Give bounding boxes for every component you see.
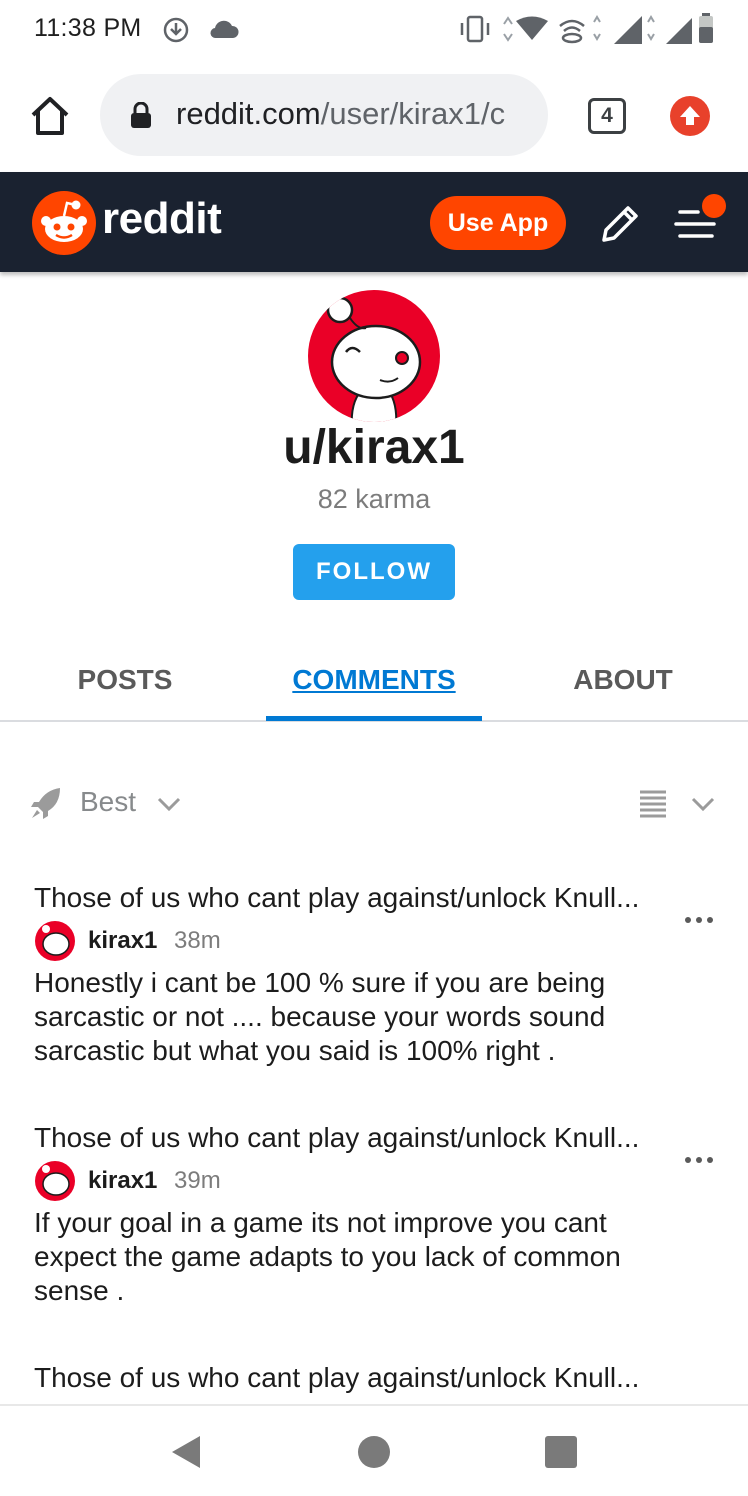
chevron-down-icon[interactable] [156, 792, 182, 816]
system-nav-bar [0, 1404, 748, 1496]
reddit-logo-icon[interactable] [32, 191, 96, 255]
profile-username: u/kirax1 [283, 421, 465, 474]
comment-item[interactable]: Those of us who cant play against/unlock… [0, 1362, 748, 1404]
tab-about[interactable]: ABOUT [498, 664, 748, 696]
url-host: reddit.com [176, 96, 321, 131]
back-icon[interactable] [170, 1434, 202, 1470]
signal-icon-2 [666, 18, 692, 44]
arrow-up-icon [680, 106, 700, 125]
cloud-icon [210, 20, 239, 39]
pencil-icon[interactable] [598, 202, 642, 246]
vibrate-icon [460, 15, 490, 43]
comment-author[interactable]: kirax1 [88, 927, 157, 955]
url-text: reddit.com/user/kirax1/c [176, 96, 536, 132]
status-time: 11:38 PM [34, 14, 142, 42]
profile-avatar [306, 288, 442, 424]
comment-author[interactable]: kirax1 [88, 1167, 157, 1195]
browser-toolbar: reddit.com/user/kirax1/c 4 [0, 58, 748, 172]
recents-icon[interactable] [545, 1436, 577, 1468]
comment-post-title[interactable]: Those of us who cant play against/unlock… [34, 882, 694, 914]
comment-item[interactable]: Those of us who cant play against/unlock… [0, 882, 748, 1082]
hotspot-icon [559, 15, 601, 44]
site-header: reddit Use App [0, 172, 748, 272]
comment-body: If your goal in a game its not improve y… [34, 1207, 621, 1306]
comment-post-title[interactable]: Those of us who cant play against/unlock… [34, 1362, 694, 1394]
use-app-button[interactable]: Use App [430, 196, 566, 250]
snoo-avatar-icon [308, 290, 440, 422]
author-avatar[interactable] [34, 920, 76, 962]
comment-meta: kirax1 38m [34, 920, 674, 964]
download-icon [163, 17, 189, 43]
active-tab-indicator [266, 716, 482, 721]
brand-wordmark[interactable]: reddit [102, 194, 222, 244]
home-nav-icon[interactable] [358, 1436, 390, 1468]
address-bar[interactable]: reddit.com/user/kirax1/c [100, 74, 548, 156]
update-button[interactable] [670, 96, 710, 136]
tab-switcher-button[interactable]: 4 [588, 98, 626, 134]
view-chevron-down-icon[interactable] [690, 792, 716, 816]
profile-karma: 82 karma [317, 484, 431, 514]
battery-icon [699, 13, 713, 43]
tab-comments[interactable]: COMMENTS [266, 664, 482, 696]
home-icon[interactable] [28, 94, 72, 138]
follow-button[interactable]: FOLLOW [293, 544, 455, 600]
comment-meta: kirax1 39m [34, 1160, 674, 1204]
tab-posts[interactable]: POSTS [0, 664, 250, 696]
rocket-icon[interactable] [30, 786, 62, 820]
comment-item[interactable]: Those of us who cant play against/unlock… [0, 1122, 748, 1322]
more-options-icon[interactable] [682, 1154, 716, 1166]
sort-label[interactable]: Best [80, 786, 136, 818]
wifi-icon [503, 16, 548, 42]
url-path: /user/kirax1/c [320, 96, 506, 131]
comment-time: 38m [174, 927, 221, 954]
profile-tabs: POSTS COMMENTS ABOUT [0, 640, 748, 722]
comment-body: Honestly i cant be 100 % sure if you are… [34, 967, 606, 1066]
status-bar: 11:38 PM [0, 0, 748, 58]
comment-time: 39m [174, 1167, 221, 1194]
view-mode-icon[interactable] [638, 788, 668, 818]
signal-icon [614, 15, 655, 44]
notification-dot [702, 194, 726, 218]
sort-bar: Best [0, 770, 748, 840]
author-avatar[interactable] [34, 1160, 76, 1202]
lock-icon [131, 102, 151, 128]
more-options-icon[interactable] [682, 914, 716, 926]
comment-post-title[interactable]: Those of us who cant play against/unlock… [34, 1122, 694, 1154]
